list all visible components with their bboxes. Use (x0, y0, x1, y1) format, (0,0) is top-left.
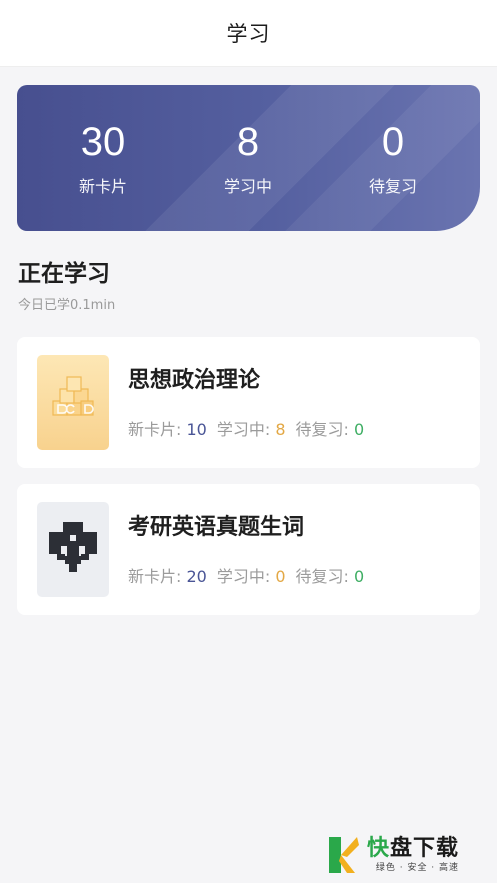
section-title: 正在学习 (18, 261, 110, 287)
deck-learning-value: 0 (275, 567, 286, 586)
deck-learning-value: 8 (275, 420, 286, 439)
today-study-time: 今日已学0.1min (18, 298, 116, 313)
page-title: 学习 (226, 22, 271, 46)
deck-card-english-vocab[interactable]: 考研英语真题生词 新卡片: 20 学习中: 0 待复习: 0 (17, 484, 480, 615)
deck-stats: 新卡片: 20 学习中: 0 待复习: 0 (128, 566, 364, 588)
pixel-figure-icon (49, 522, 97, 572)
deck-new-label: 新卡片: (128, 420, 187, 439)
stat-new-cards[interactable]: 30 新卡片 (43, 119, 163, 197)
deck-review-value: 0 (354, 420, 365, 439)
stat-new-cards-label: 新卡片 (78, 177, 127, 196)
deck-card-politics[interactable]: 思想政治理论 新卡片: 10 学习中: 8 待复习: 0 (17, 337, 480, 468)
stat-learning[interactable]: 8 学习中 (188, 119, 308, 197)
stat-learning-value: 8 (236, 120, 260, 164)
deck-name: 思想政治理论 (128, 368, 261, 393)
watermark-brand-first: 快 (367, 836, 391, 861)
deck-review-label: 待复习: (295, 567, 354, 586)
stat-learning-label: 学习中 (223, 177, 272, 196)
deck-review-value: 0 (354, 567, 365, 586)
stat-review-value: 0 (381, 120, 405, 164)
watermark-text: 快盘下载 绿色 · 安全 · 高速 (367, 836, 459, 874)
deck-review-label: 待复习: (295, 420, 354, 439)
cube-stack-icon (52, 376, 94, 416)
deck-new-value: 10 (186, 420, 207, 439)
stat-new-cards-value: 30 (80, 120, 126, 164)
study-stats-card: 30 新卡片 8 学习中 0 待复习 (17, 85, 480, 231)
deck-learning-label: 学习中: (216, 567, 276, 586)
deck-new-value: 20 (186, 567, 207, 586)
stat-review-label: 待复习 (368, 177, 417, 196)
stat-review[interactable]: 0 待复习 (333, 119, 453, 197)
deck-learning-label: 学习中: (216, 420, 276, 439)
deck-name: 考研英语真题生词 (128, 515, 305, 540)
watermark-brand-rest: 盘下载 (390, 836, 460, 861)
top-nav-bar: 学习 (0, 0, 497, 67)
watermark: 快盘下载 绿色 · 安全 · 高速 (325, 833, 491, 877)
deck-cover (37, 502, 109, 597)
deck-cover (37, 355, 109, 450)
k-logo-icon (325, 835, 361, 875)
watermark-tagline: 绿色 · 安全 · 高速 (375, 863, 460, 873)
deck-new-label: 新卡片: (128, 567, 187, 586)
deck-stats: 新卡片: 10 学习中: 8 待复习: 0 (128, 419, 364, 441)
